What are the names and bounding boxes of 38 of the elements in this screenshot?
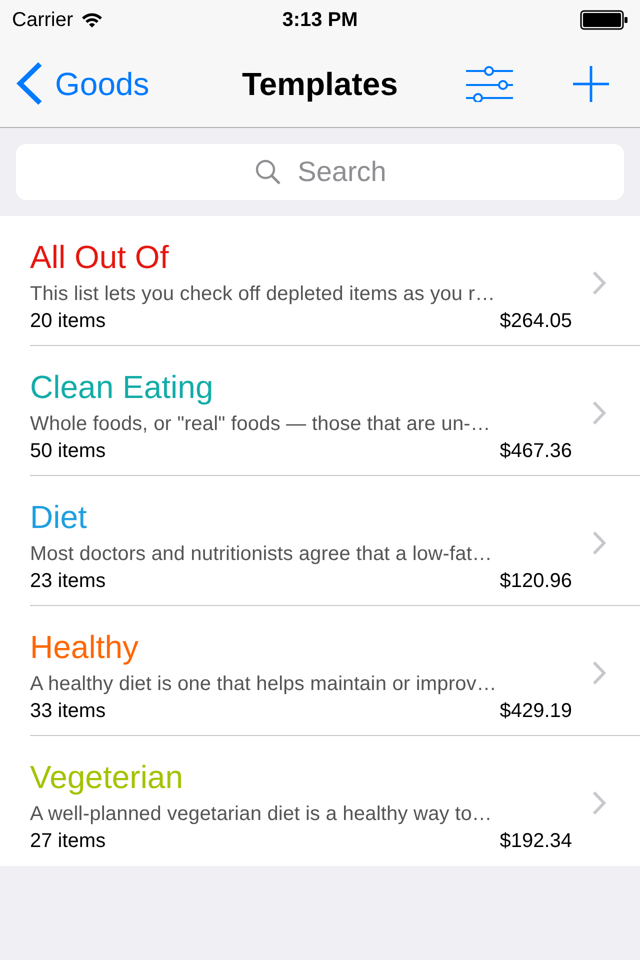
template-title: Healthy	[30, 628, 138, 666]
chevron-right-icon	[592, 661, 606, 685]
search-field[interactable]: Search	[16, 144, 624, 200]
item-count: 20 items	[30, 309, 106, 333]
total-price: $264.05	[500, 309, 572, 333]
chevron-left-icon	[16, 62, 43, 105]
clock-time: 3:13 PM	[282, 10, 358, 30]
battery-icon	[580, 10, 628, 30]
chevron-right-icon	[592, 531, 606, 555]
carrier-label: Carrier	[12, 10, 74, 30]
template-title: Clean Eating	[30, 368, 214, 406]
template-description: Whole foods, or "real" foods — those that are un-…	[30, 412, 491, 436]
item-count: 27 items	[30, 829, 106, 853]
total-price: $192.34	[500, 829, 572, 853]
sliders-icon	[466, 66, 512, 102]
template-title: Diet	[30, 498, 87, 536]
filter-button[interactable]	[465, 66, 513, 102]
chevron-right-icon	[592, 791, 606, 815]
item-count: 50 items	[30, 439, 106, 463]
plus-icon	[573, 66, 609, 102]
search-icon	[255, 159, 281, 185]
template-description: Most doctors and nutritionists agree that a low-fat…	[30, 542, 492, 566]
back-button[interactable]: Goods	[0, 62, 150, 105]
item-count: 23 items	[30, 569, 106, 593]
template-title: All Out Of	[30, 238, 169, 276]
item-count: 33 items	[30, 699, 106, 723]
template-description: A well-planned vegetarian diet is a healthy way to…	[30, 802, 492, 826]
template-description: This list lets you check off depleted items as you r…	[30, 282, 496, 306]
add-button[interactable]	[573, 66, 609, 102]
total-price: $467.36	[500, 439, 572, 463]
total-price: $429.19	[500, 699, 572, 723]
template-title: Vegeterian	[30, 758, 184, 796]
total-price: $120.96	[500, 569, 572, 593]
chevron-right-icon	[592, 401, 606, 425]
template-description: A healthy diet is one that helps maintain or improv…	[30, 672, 497, 696]
wifi-icon	[81, 12, 104, 28]
screen-title: Templates	[242, 68, 398, 100]
chevron-right-icon	[592, 271, 606, 295]
